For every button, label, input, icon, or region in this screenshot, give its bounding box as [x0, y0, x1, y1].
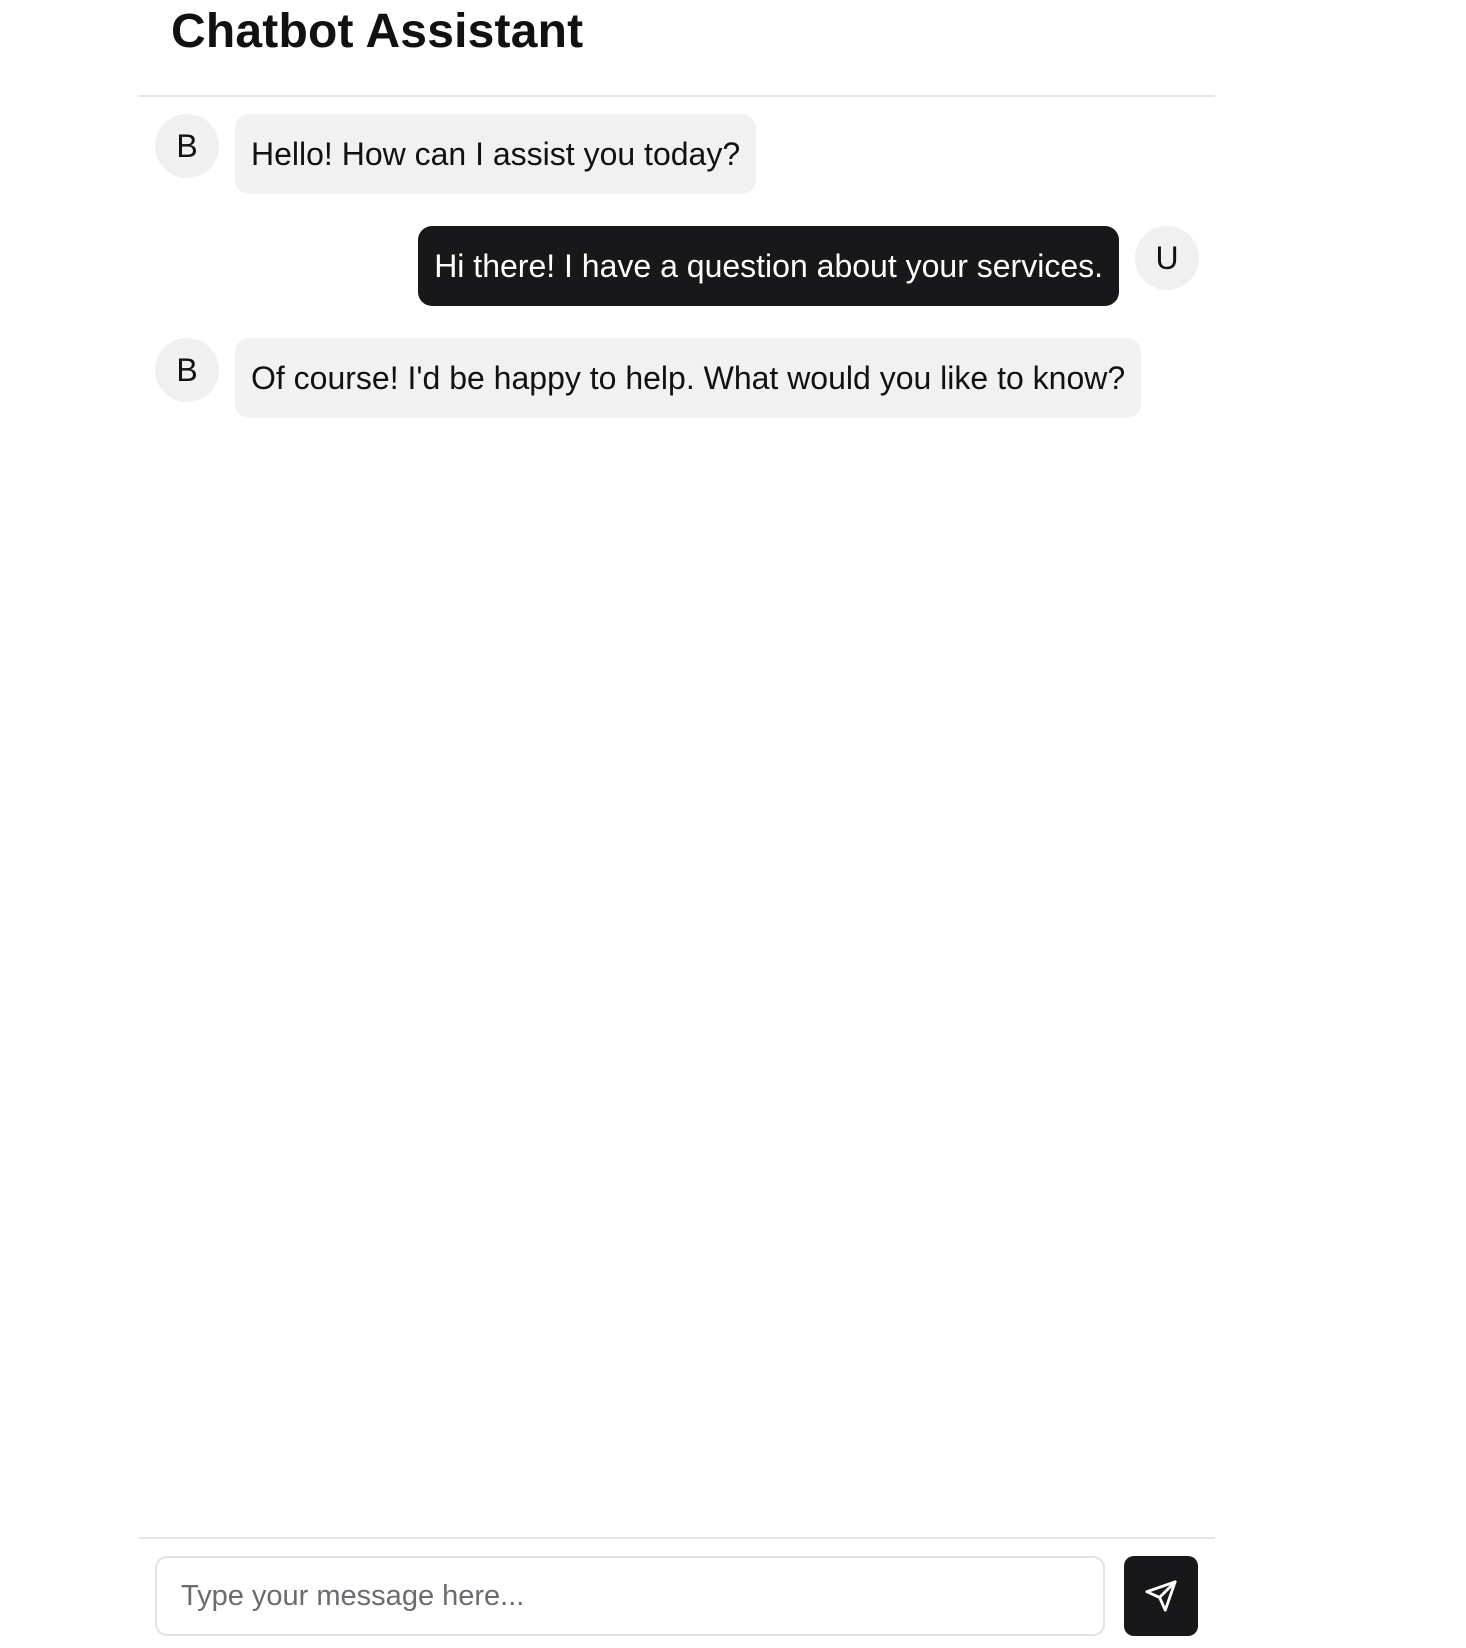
- user-message-bubble: Hi there! I have a question about your s…: [418, 226, 1119, 306]
- send-icon: [1145, 1580, 1177, 1612]
- page-title: Chatbot Assistant: [171, 5, 584, 58]
- message-input[interactable]: [155, 1556, 1105, 1636]
- bot-message-row: B Of course! I'd be happy to help. What …: [155, 338, 1199, 418]
- bot-avatar: B: [155, 338, 219, 402]
- chat-header: Chatbot Assistant: [139, 0, 1215, 97]
- send-button[interactable]: [1124, 1556, 1198, 1636]
- bot-message-bubble: Of course! I'd be happy to help. What wo…: [235, 338, 1142, 418]
- bot-message-row: B Hello! How can I assist you today?: [155, 114, 1199, 194]
- message-composer: [139, 1537, 1215, 1648]
- message-list[interactable]: B Hello! How can I assist you today? Hi …: [139, 97, 1215, 1537]
- bot-avatar: B: [155, 114, 219, 178]
- chat-panel: Chatbot Assistant B Hello! How can I ass…: [139, 0, 1215, 1648]
- chat-app: Chatbot Assistant B Hello! How can I ass…: [0, 0, 1466, 1648]
- bot-message-bubble: Hello! How can I assist you today?: [235, 114, 757, 194]
- user-avatar: U: [1135, 226, 1199, 290]
- user-message-row: Hi there! I have a question about your s…: [155, 226, 1199, 306]
